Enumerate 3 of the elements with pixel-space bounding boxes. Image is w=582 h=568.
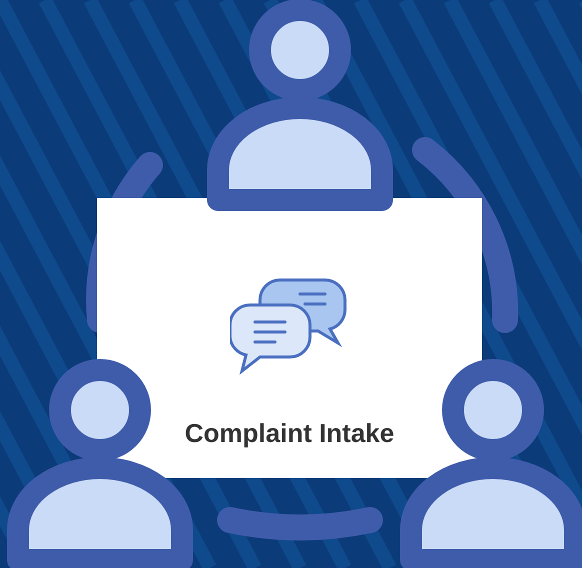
person-icon [400, 359, 582, 568]
card-title: Complaint Intake [184, 417, 394, 450]
person-icon [207, 0, 393, 211]
